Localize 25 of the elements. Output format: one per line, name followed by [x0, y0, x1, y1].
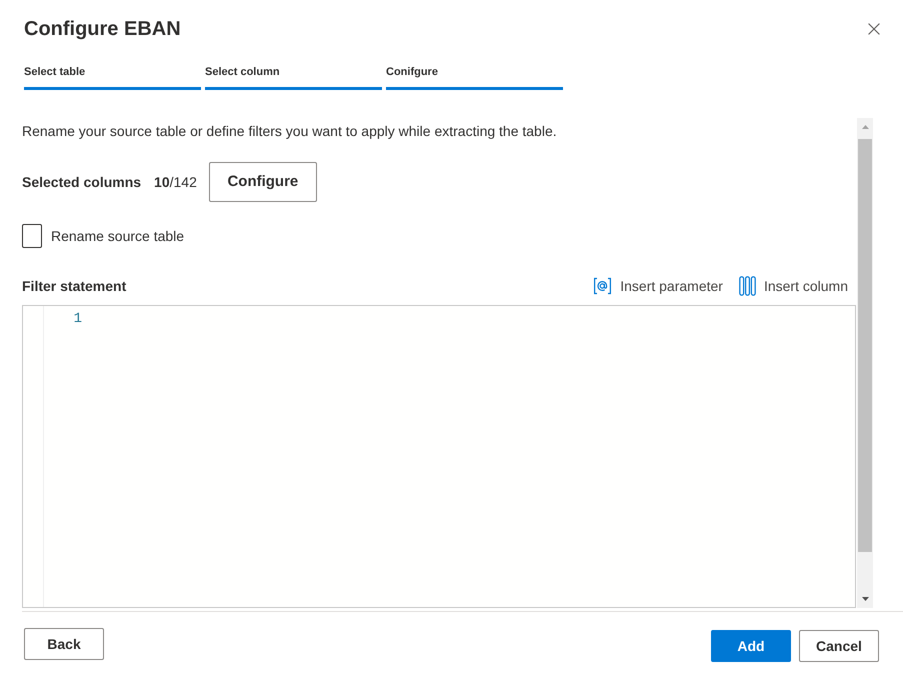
dialog-title: Configure EBAN: [24, 17, 181, 42]
scrollbar[interactable]: [857, 118, 873, 608]
rename-checkbox[interactable]: [22, 224, 42, 248]
wizard-step: Select table: [24, 64, 201, 90]
insert-parameter-button[interactable]: Insert parameter: [593, 276, 723, 296]
close-icon: [868, 23, 880, 35]
columns-icon: [738, 276, 756, 296]
filter-statement-label: Filter statement: [22, 277, 126, 296]
scroll-down-arrow-icon[interactable]: [862, 597, 868, 601]
secondary-button[interactable]: Back: [24, 628, 104, 660]
configure-button[interactable]: Configure: [208, 162, 317, 202]
selected-columns-label: Selected columns: [22, 172, 142, 192]
code-editor[interactable]: 1: [22, 305, 856, 608]
checkbox-label: Rename source table: [51, 226, 184, 246]
line-number: 1: [74, 310, 82, 328]
column-count: 10/142: [154, 172, 197, 192]
description-text: Rename your source table or define filters you want to apply while extracting the table.: [22, 122, 558, 141]
wizard-step: Conifgure: [386, 64, 563, 90]
wizard-step: Select column: [205, 64, 382, 90]
primary-button[interactable]: Add: [711, 630, 791, 662]
close-button[interactable]: [868, 23, 880, 35]
secondary-button[interactable]: Cancel: [799, 630, 879, 662]
bracketed-at-icon: [593, 277, 612, 295]
insert-column-button[interactable]: Insert column: [738, 276, 848, 296]
scrollbar-thumb[interactable]: [858, 139, 872, 552]
